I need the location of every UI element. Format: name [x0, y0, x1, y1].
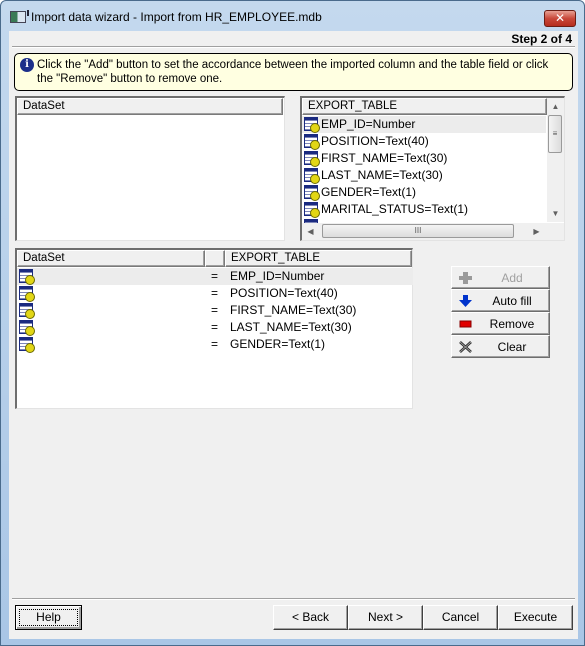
close-button[interactable]: ✕: [544, 10, 576, 27]
scroll-up-arrow[interactable]: ▲: [547, 98, 564, 115]
field-icon: [19, 337, 35, 353]
next-label: Next >: [367, 610, 403, 624]
target-field-item[interactable]: MARITAL_STATUS=Text(1): [302, 201, 546, 218]
arrow-down-icon: [459, 295, 472, 307]
step-indicator: Step 2 of 4: [511, 32, 572, 46]
source-list-header[interactable]: DataSet: [17, 98, 283, 115]
field-icon: [19, 303, 35, 319]
scroll-thumb-vertical[interactable]: ≡: [548, 115, 562, 153]
mapping-target: POSITION=Text(40): [230, 286, 338, 300]
field-icon: [304, 202, 320, 218]
help-button[interactable]: Help: [15, 605, 82, 630]
focus-rect: [19, 609, 78, 626]
target-field-label: MARITAL_STATUS=Text(1): [321, 202, 469, 216]
mapping-header-export-table[interactable]: EXPORT_TABLE: [225, 250, 412, 267]
app-icon: [10, 10, 29, 23]
field-icon: [19, 320, 35, 336]
remove-label: Remove: [489, 317, 535, 331]
cancel-button[interactable]: Cancel: [423, 605, 498, 630]
cancel-label: Cancel: [441, 610, 480, 624]
field-icon: [19, 286, 35, 302]
field-icon: [304, 168, 320, 184]
minus-icon: [459, 320, 472, 328]
mapping-target: LAST_NAME=Text(30): [230, 320, 352, 334]
mapping-header-operator[interactable]: [205, 250, 225, 267]
remove-button[interactable]: Remove: [451, 312, 550, 335]
next-button[interactable]: Next >: [348, 605, 423, 630]
mapping-row[interactable]: = LAST_NAME=Text(30): [17, 319, 413, 336]
target-field-list[interactable]: EXPORT_TABLE EMP_ID=Number POSITION=Text(…: [300, 96, 565, 241]
target-field-label: POSITION=Text(40): [321, 134, 429, 148]
mapping-row[interactable]: = GENDER=Text(1): [17, 336, 413, 353]
mapping-operator: =: [211, 303, 219, 317]
scroll-corner: [547, 223, 564, 240]
mapping-operator: =: [211, 337, 219, 351]
execute-label: Execute: [513, 610, 558, 624]
target-field-item[interactable]: GENDER=Text(1): [302, 184, 546, 201]
back-button[interactable]: < Back: [273, 605, 348, 630]
mapping-target: GENDER=Text(1): [230, 337, 326, 351]
mapping-row[interactable]: = EMP_ID=Number: [17, 268, 413, 285]
target-field-item[interactable]: FIRST_NAME=Text(30): [302, 150, 546, 167]
field-icon: [304, 134, 320, 150]
back-label: < Back: [291, 610, 330, 624]
source-column-list[interactable]: DataSet: [15, 96, 285, 241]
mapping-row[interactable]: = FIRST_NAME=Text(30): [17, 302, 413, 319]
horizontal-scrollbar[interactable]: ◀ III ▶: [302, 223, 548, 240]
clear-button[interactable]: Clear: [451, 335, 550, 358]
target-field-label: GENDER=Text(1): [321, 185, 417, 199]
field-icon: [304, 151, 320, 167]
execute-button[interactable]: Execute: [498, 605, 573, 630]
field-icon: [304, 117, 320, 133]
mapping-header-dataset[interactable]: DataSet: [17, 250, 205, 267]
clear-x-icon: [459, 341, 472, 353]
target-field-item[interactable]: EMP_ID=Number: [302, 116, 546, 133]
mapping-operator: =: [211, 320, 219, 334]
add-button[interactable]: Add: [451, 266, 550, 289]
info-icon: i: [20, 58, 34, 72]
info-hint: i Click the "Add" button to set the acco…: [14, 53, 573, 91]
plus-icon: [459, 272, 472, 284]
target-field-label: FIRST_NAME=Text(30): [321, 151, 448, 165]
mapping-operator: =: [211, 286, 219, 300]
mapping-operator: =: [211, 269, 219, 283]
scroll-thumb-horizontal[interactable]: III: [322, 224, 514, 238]
scroll-right-arrow[interactable]: ▶: [528, 223, 545, 240]
title-bar[interactable]: Import data wizard - Import from HR_EMPL…: [1, 1, 584, 31]
auto-fill-label: Auto fill: [492, 294, 532, 308]
mapping-row[interactable]: = POSITION=Text(40): [17, 285, 413, 302]
wizard-window: Import data wizard - Import from HR_EMPL…: [0, 0, 585, 646]
mapping-target: EMP_ID=Number: [230, 269, 325, 283]
scroll-down-arrow[interactable]: ▼: [547, 205, 564, 222]
field-icon: [19, 269, 35, 285]
mapping-list[interactable]: DataSet EXPORT_TABLE = EMP_ID=Number = POSI…: [15, 248, 413, 409]
window-title: Import data wizard - Import from HR_EMPL…: [31, 10, 322, 24]
auto-fill-button[interactable]: Auto fill: [451, 289, 550, 312]
target-field-label: EMP_ID=Number: [321, 117, 416, 131]
header-divider: [12, 46, 575, 48]
footer-divider: [12, 598, 575, 600]
vertical-scrollbar[interactable]: ▲ ≡ ▼: [547, 98, 564, 222]
target-field-item[interactable]: LAST_NAME=Text(30): [302, 167, 546, 184]
mapping-target: FIRST_NAME=Text(30): [230, 303, 357, 317]
scroll-left-arrow[interactable]: ◀: [302, 223, 319, 240]
wizard-body: Step 2 of 4 i Click the "Add" button to …: [9, 31, 578, 639]
target-field-label: LAST_NAME=Text(30): [321, 168, 443, 182]
info-text: Click the "Add" button to set the accord…: [37, 59, 549, 85]
add-label: Add: [501, 271, 523, 285]
target-field-item[interactable]: POSITION=Text(40): [302, 133, 546, 150]
field-icon: [304, 185, 320, 201]
clear-label: Clear: [497, 340, 527, 354]
target-list-header[interactable]: EXPORT_TABLE: [302, 98, 547, 115]
